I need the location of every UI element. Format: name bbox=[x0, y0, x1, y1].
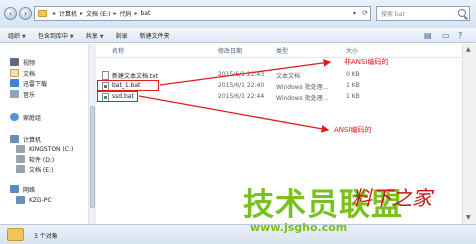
annotation-ansi: ANSI编码的 bbox=[334, 126, 372, 134]
watermark-url: www.jsgho.com bbox=[250, 221, 348, 234]
item-count: 3 个对象 bbox=[34, 233, 58, 240]
arrow-to-ansi-label bbox=[138, 95, 330, 133]
watermark-signature: 料下之家 bbox=[352, 186, 432, 210]
arrow-to-non-ansi-label bbox=[159, 59, 332, 86]
annotation-non-ansi: 非ANSI编码的 bbox=[344, 58, 389, 66]
folder-icon bbox=[7, 228, 24, 241]
status-bar: 3 个对象 bbox=[0, 224, 476, 244]
